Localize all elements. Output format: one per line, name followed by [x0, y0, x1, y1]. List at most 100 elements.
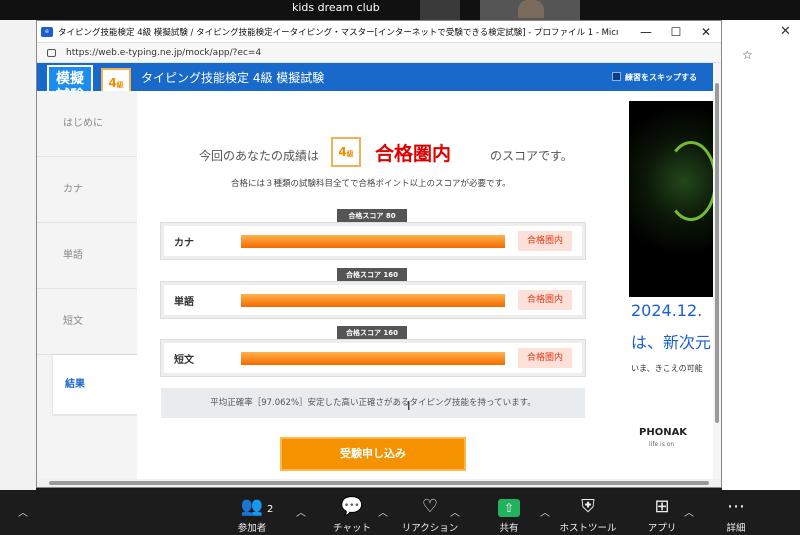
sidebar: はじめに カナ 単語 短文 結果 [37, 91, 137, 479]
result-row-label: 短文 [174, 355, 194, 366]
ad-brand-logo[interactable]: PHONAK [639, 427, 687, 438]
ad-decoration [665, 141, 717, 221]
apps-button[interactable]: ⊞ アプリ [644, 496, 680, 534]
level-suffix: 級 [116, 81, 124, 89]
share-label: 共有 [499, 523, 519, 534]
accuracy-summary: 平均正確率［97.062%］安定した高い正確さがあるタイピング技能を持っています… [161, 388, 585, 418]
level-badge: 4級 [331, 137, 361, 167]
result-row-sentences: 短文 合格圏内 [161, 340, 585, 376]
score-bar [241, 235, 505, 248]
apps-label: アプリ [647, 523, 677, 534]
scrollbar-thumb[interactable] [49, 481, 709, 485]
chat-label: チャット [333, 523, 371, 534]
text-cursor-icon: I [407, 399, 411, 413]
page-viewport: タイピング技能検定 4級 模擬試験 練習をスキップする 模擬 試験 4級 はじめ… [37, 63, 721, 479]
more-label: 詳細 [726, 523, 746, 534]
score-bar [241, 352, 505, 365]
scrollbar-thumb[interactable] [715, 83, 719, 423]
sidebar-item-sentences[interactable]: 短文 [37, 289, 137, 355]
minimize-button[interactable]: — [631, 25, 661, 39]
more-button[interactable]: ⋯ 詳細 [720, 496, 752, 534]
participants-count: 2 [267, 504, 274, 515]
chevron-up-icon[interactable]: ︿ [18, 504, 28, 519]
level-number: 4 [338, 145, 347, 159]
favorite-star-icon[interactable]: ☆ [742, 48, 753, 62]
page-title: タイピング技能検定 4級 模擬試験 [141, 71, 325, 85]
window-title: タイピング技能検定 4級 模擬試験 / タイピング技能検定イータイピング・マスタ… [58, 27, 618, 38]
checkbox-icon[interactable] [612, 72, 621, 81]
sidebar-item-results[interactable]: 結果 [53, 355, 137, 415]
vertical-scrollbar[interactable] [713, 63, 721, 479]
window-controls: — ☐ ✕ [631, 25, 721, 39]
pass-badge: 合格圏内 [518, 290, 572, 310]
title-bar: e タイピング技能検定 4級 模擬試験 / タイピング技能検定イータイピング・マ… [37, 21, 721, 43]
participants-icon: 👥 [240, 496, 264, 517]
page-header: タイピング技能検定 4級 模擬試験 練習をスキップする [37, 63, 713, 91]
ad-image[interactable] [629, 101, 717, 297]
background-window [0, 20, 36, 490]
horizontal-scrollbar[interactable] [37, 479, 721, 487]
chevron-up-icon[interactable]: ︿ [540, 504, 550, 519]
threshold-tooltip: 合格スコア 160 [337, 326, 407, 345]
apply-exam-button[interactable]: 受験申し込み [280, 437, 466, 471]
requirement-text: 合格には３種類の試験科目全てで合格ポイント以上のスコアが必要です。 [231, 179, 511, 189]
participant-video [518, 0, 544, 18]
host-tools-label: ホストツール [559, 523, 617, 534]
chevron-up-icon[interactable]: ︿ [378, 504, 388, 519]
participants-label: 参加者 [237, 523, 267, 534]
skip-practice-checkbox[interactable]: 練習をスキップする [612, 72, 697, 83]
apps-icon: ⊞ [654, 496, 670, 517]
result-row-kana: カナ 合格圏内 [161, 223, 585, 259]
screen: kids dream club ✕ ☆ e タイピング技能検定 4級 模擬試験 … [0, 0, 800, 535]
edge-window: e タイピング技能検定 4級 模擬試験 / タイピング技能検定イータイピング・マ… [36, 20, 722, 488]
shield-icon: ⛨ [581, 496, 595, 517]
result-panel: 今回のあなたの成績は 4級 合格圏内 のスコアです。 合格には３種類の試験科目全… [137, 91, 613, 479]
level-suffix: 級 [346, 150, 354, 158]
chat-button[interactable]: 💬 チャット [330, 496, 374, 534]
chevron-up-icon[interactable]: ︿ [684, 504, 694, 519]
close-button[interactable]: ✕ [691, 25, 721, 39]
video-thumbnail[interactable] [420, 0, 460, 20]
ad-headline[interactable]: 2024.12. [631, 301, 702, 320]
level-number: 4 [108, 76, 117, 90]
ad-subtext[interactable]: いま、きこえの可能 [631, 363, 703, 374]
share-button[interactable]: ⇧ 共有 [492, 496, 526, 534]
host-tools-button[interactable]: ⛨ ホストツール [556, 496, 620, 534]
pass-badge: 合格圏内 [518, 231, 572, 251]
address-bar[interactable]: https://web.e-typing.ne.jp/mock/app/?ec=… [37, 43, 721, 63]
meeting-name: kids dream club [292, 1, 380, 14]
pass-status-heading: 合格圏内 [375, 143, 452, 165]
result-row-words: 単語 合格圏内 [161, 282, 585, 318]
background-browser [722, 20, 800, 490]
chat-icon: 💬 [340, 496, 364, 517]
chevron-up-icon[interactable]: ︿ [450, 504, 460, 519]
sidebar-item-kana[interactable]: カナ [37, 157, 137, 223]
ad-headline-2[interactable]: は、新次元 [631, 329, 711, 353]
zoom-top-strip: kids dream club [0, 0, 800, 20]
url-text[interactable]: https://web.e-typing.ne.jp/mock/app/?ec=… [66, 48, 261, 58]
participants-button[interactable]: 👥 参加者 [232, 496, 272, 534]
sidebar-item-intro[interactable]: はじめに [37, 91, 137, 157]
score-bar [241, 294, 505, 307]
video-thumbnail[interactable] [480, 0, 580, 20]
app-icon: e [41, 26, 53, 37]
more-icon: ⋯ [727, 496, 745, 517]
chevron-up-icon[interactable]: ︿ [296, 504, 306, 519]
threshold-tooltip: 合格スコア 160 [337, 268, 407, 287]
threshold-tooltip: 合格スコア 80 [337, 209, 407, 228]
score-prefix: 今回のあなたの成績は [199, 149, 320, 163]
score-suffix: のスコアです。 [490, 149, 573, 163]
maximize-button[interactable]: ☐ [661, 25, 691, 39]
result-row-label: 単語 [174, 297, 194, 308]
pass-badge: 合格圏内 [518, 348, 572, 368]
skip-label[interactable]: 練習をスキップする [625, 73, 697, 82]
reactions-label: リアクション [401, 523, 459, 534]
close-icon[interactable]: ✕ [780, 24, 791, 39]
zoom-toolbar: ︿ 👥 参加者 2 ︿ 💬 チャット ︿ ♡ リアクション ︿ ⇧ 共有 ︿ ⛨… [0, 490, 800, 535]
advertisement[interactable]: 2024.12. は、新次元 いま、きこえの可能 PHONAK life is … [629, 101, 717, 479]
lock-icon[interactable] [47, 48, 56, 57]
sidebar-item-words[interactable]: 単語 [37, 223, 137, 289]
result-row-label: カナ [174, 238, 194, 249]
share-icon: ⇧ [498, 499, 520, 517]
ad-slogan: life is on [649, 441, 675, 448]
